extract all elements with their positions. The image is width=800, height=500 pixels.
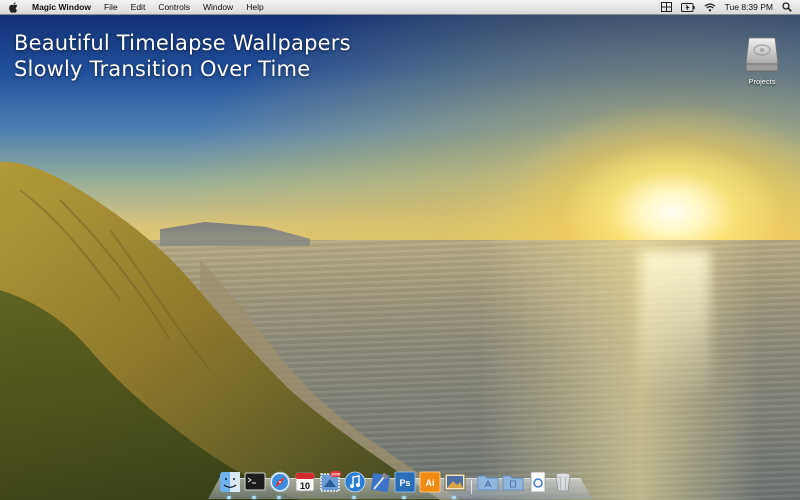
running-indicator [402, 496, 406, 499]
menu-clock[interactable]: Tue 8:39 PM [725, 2, 773, 12]
dock-separator [468, 468, 474, 494]
hard-drive-icon [745, 37, 779, 72]
calendar-icon: 10 [295, 472, 314, 492]
applications-folder-icon [477, 475, 498, 491]
wallpaper-sun-reflection [640, 250, 710, 400]
safari-compass-icon [269, 471, 290, 493]
menu-extras: Tue 8:39 PM [660, 2, 792, 12]
dock-mail[interactable]: 1000 [318, 470, 341, 494]
apple-logo-icon[interactable] [8, 1, 20, 13]
menu-bar: Magic Window File Edit Controls Window H… [0, 0, 800, 15]
documents-folder-icon [502, 475, 523, 491]
wallpaper-cliff [0, 161, 440, 500]
calendar-day-number: 10 [299, 481, 309, 491]
menu-edit[interactable]: Edit [131, 2, 146, 12]
dock: 10 1000 Ps Ai [218, 464, 574, 499]
headline-line-2: Slowly Transition Over Time [14, 57, 311, 81]
menu-controls[interactable]: Controls [158, 2, 190, 12]
dock-xcode[interactable] [368, 470, 391, 494]
dock-safari[interactable] [268, 470, 291, 499]
dock-downloads-stack[interactable] [526, 470, 549, 494]
illustrator-icon: Ai [419, 471, 440, 493]
spotlight-search-icon[interactable] [782, 2, 792, 12]
photoshop-label: Ps [399, 478, 410, 488]
running-indicator [277, 496, 281, 499]
running-indicator [252, 496, 256, 499]
dock-trash[interactable] [551, 470, 574, 494]
desktop-drive-projects[interactable]: Projects [738, 34, 786, 86]
terminal-icon [244, 472, 265, 491]
dock-illustrator[interactable]: Ai [418, 470, 441, 494]
promo-headline: Beautiful Timelapse Wallpapers Slowly Tr… [14, 30, 351, 82]
dock-documents-folder[interactable] [501, 470, 524, 494]
mail-stamp-icon: 1000 [319, 471, 341, 492]
dock-terminal[interactable] [243, 470, 266, 499]
running-indicator [352, 496, 356, 499]
headline-line-1: Beautiful Timelapse Wallpapers [14, 31, 351, 55]
menu-window[interactable]: Window [203, 2, 233, 12]
document-stack-icon [530, 471, 545, 493]
menu-help[interactable]: Help [246, 2, 263, 12]
photoshop-icon: Ps [394, 471, 415, 493]
magic-window-menu-icon[interactable] [660, 2, 672, 12]
menu-file[interactable]: File [104, 2, 118, 12]
drive-label: Projects [748, 77, 776, 86]
mail-unread-badge: 1000 [331, 472, 341, 477]
finder-icon [219, 472, 240, 492]
preview-photo-icon [444, 473, 465, 491]
xcode-hammer-icon [370, 472, 390, 493]
dock-preview[interactable] [443, 470, 466, 499]
menu-app-name[interactable]: Magic Window [32, 2, 91, 12]
battery-icon[interactable] [680, 2, 695, 12]
running-indicator [452, 496, 456, 499]
dock-itunes[interactable] [343, 470, 366, 499]
dock-photoshop[interactable]: Ps [393, 470, 416, 499]
running-indicator [227, 496, 231, 499]
wifi-icon[interactable] [704, 2, 716, 12]
dock-ical[interactable]: 10 [293, 470, 316, 494]
dock-finder[interactable] [218, 470, 241, 499]
trash-icon [555, 472, 570, 492]
itunes-music-icon [344, 471, 365, 493]
dock-applications-folder[interactable] [476, 470, 499, 494]
illustrator-label: Ai [425, 478, 434, 488]
